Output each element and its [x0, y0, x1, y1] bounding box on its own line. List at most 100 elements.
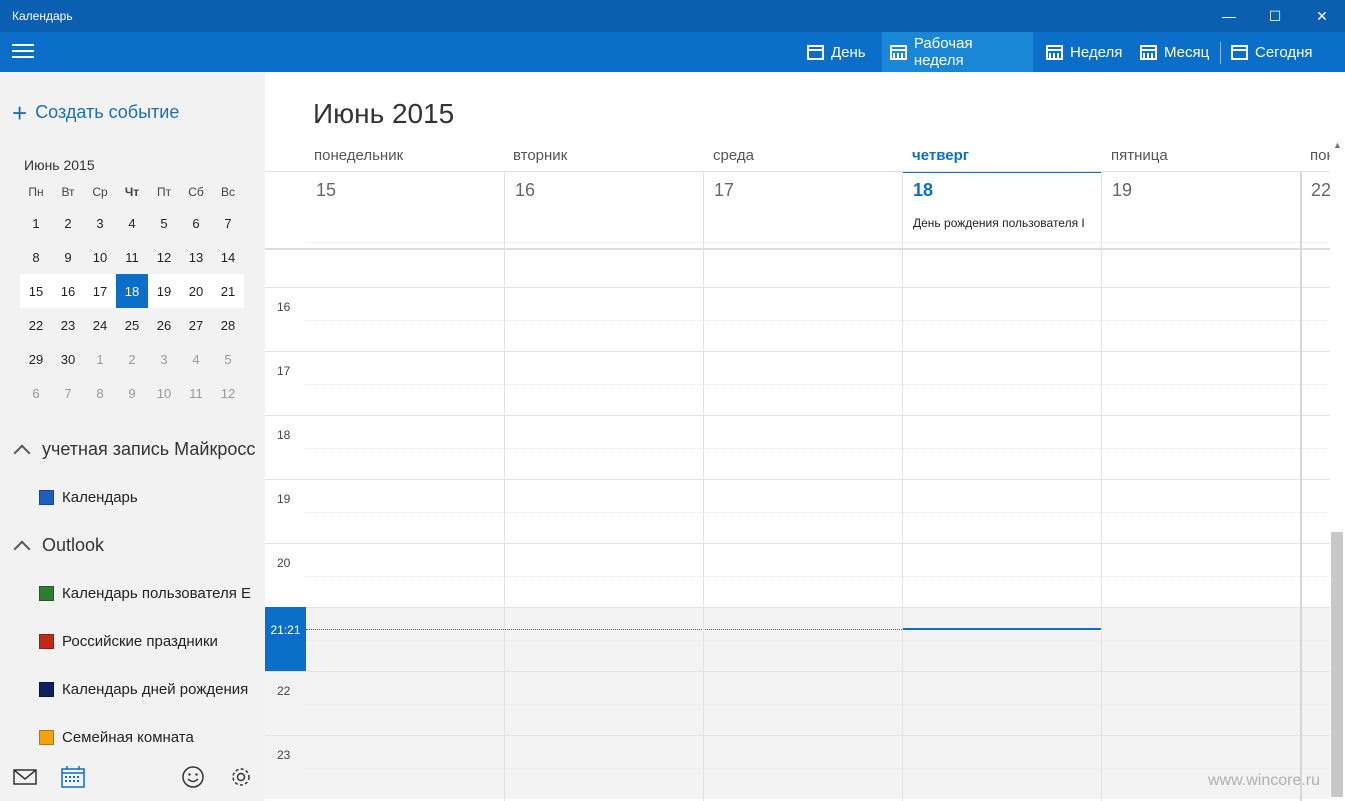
mini-calendar-day[interactable]: 4 [116, 206, 148, 240]
day-number: 17 [714, 180, 735, 200]
mini-calendar-day[interactable]: 2 [116, 342, 148, 376]
plus-icon: + [12, 97, 28, 128]
hour-row: 22 [265, 671, 1330, 735]
mini-calendar-day[interactable]: 2 [52, 206, 84, 240]
today-button[interactable]: Сегодня [1223, 32, 1321, 72]
current-time-badge: 21:21 [265, 607, 306, 671]
mini-calendar-day[interactable]: 16 [52, 274, 84, 308]
mini-calendar-day[interactable]: 3 [148, 342, 180, 376]
day-header[interactable]: пятница [1111, 147, 1168, 173]
mini-calendar-day[interactable]: 3 [84, 206, 116, 240]
mini-calendar-day[interactable]: 9 [52, 240, 84, 274]
calendar-list-item[interactable]: Календарь пользователя Е [39, 585, 251, 602]
current-time-line-today [902, 628, 1102, 630]
mini-calendar-day[interactable]: 5 [212, 342, 244, 376]
mini-calendar-day[interactable]: 17 [84, 274, 116, 308]
month-title: Июнь 2015 [313, 98, 455, 129]
mini-calendar-today[interactable]: 18 [116, 274, 148, 308]
mini-calendar-day[interactable]: 1 [84, 342, 116, 376]
day-column-divider [703, 172, 704, 249]
day-column-divider [504, 250, 505, 801]
half-hour-line [306, 384, 1330, 385]
mini-calendar-day[interactable]: 14 [212, 240, 244, 274]
mini-calendar-day[interactable]: 12 [212, 376, 244, 410]
hour-label: 18 [277, 428, 291, 442]
new-event-label: Создать событие [35, 102, 180, 122]
maximize-button[interactable]: ☐ [1252, 0, 1298, 32]
mini-calendar-day[interactable]: 10 [84, 240, 116, 274]
view-workweek-button[interactable]: Рабочая неделя [882, 32, 1033, 72]
hour-label: 23 [277, 748, 291, 762]
mini-calendar-day[interactable]: 10 [148, 376, 180, 410]
mini-calendar-day[interactable]: 6 [20, 376, 52, 410]
day-column-divider [703, 250, 704, 801]
mini-calendar-day[interactable]: 8 [20, 240, 52, 274]
today-label: Сегодня [1255, 43, 1313, 61]
mini-calendar-day[interactable]: 25 [116, 308, 148, 342]
mini-calendar-day[interactable]: 12 [148, 240, 180, 274]
calendar-list-item[interactable]: Семейная комната [39, 729, 194, 746]
mini-calendar-day[interactable]: 13 [180, 240, 212, 274]
mini-calendar-week: 22 23 24 25 26 27 28 [20, 308, 244, 342]
view-day-button[interactable]: День [799, 32, 874, 72]
day-header[interactable]: вторник [513, 147, 567, 173]
mini-calendar-day[interactable]: 26 [148, 308, 180, 342]
calendar-list-item[interactable]: Календарь [39, 489, 138, 506]
calendar-name: Российские праздники [62, 633, 218, 650]
account-group-header[interactable]: учетная запись Майкросс [12, 439, 255, 461]
mini-calendar-day[interactable]: 4 [180, 342, 212, 376]
settings-gear-icon[interactable] [229, 766, 253, 788]
view-week-button[interactable]: Неделя [1038, 32, 1130, 72]
mini-calendar-title[interactable]: Июнь 2015 [24, 157, 95, 173]
view-workweek-label: Рабочая неделя [913, 35, 973, 69]
mini-calendar-day[interactable]: 7 [52, 376, 84, 410]
mini-calendar-day[interactable]: 1 [20, 206, 52, 240]
mail-icon[interactable] [13, 766, 37, 788]
mini-calendar-day[interactable]: 8 [84, 376, 116, 410]
mini-calendar-day[interactable]: 28 [212, 308, 244, 342]
mini-calendar-day[interactable]: 29 [20, 342, 52, 376]
calendar-list-item[interactable]: Российские праздники [39, 633, 218, 650]
mini-calendar-day[interactable]: 22 [20, 308, 52, 342]
hamburger-menu-icon[interactable] [12, 44, 34, 60]
minimize-button[interactable]: — [1206, 0, 1252, 32]
hour-label: 17 [277, 364, 291, 378]
mini-calendar-day[interactable]: 6 [180, 206, 212, 240]
mini-calendar-day[interactable]: 19 [148, 274, 180, 308]
time-grid[interactable]: 16 17 18 19 20 22 23 21:21 [265, 242, 1330, 801]
account-group-header[interactable]: Outlook [12, 535, 104, 557]
day-header[interactable]: понедельник [314, 147, 403, 173]
mini-calendar-day[interactable]: 30 [52, 342, 84, 376]
scroll-up-arrow-icon[interactable]: ▲ [1333, 140, 1342, 150]
view-month-button[interactable]: Месяц [1132, 32, 1217, 72]
day-header[interactable]: среда [713, 147, 754, 173]
view-toolbar: День Рабочая неделя Неделя Месяц Сегодня [0, 32, 1345, 72]
mini-calendar-day[interactable]: 23 [52, 308, 84, 342]
day-header-today[interactable]: четверг [902, 147, 1101, 173]
mini-calendar-day[interactable]: 11 [180, 376, 212, 410]
mini-calendar-day[interactable]: 21 [212, 274, 244, 308]
view-week-label: Неделя [1070, 43, 1123, 61]
title-bar: Календарь — ☐ ✕ [0, 0, 1345, 32]
mini-calendar-day[interactable]: 24 [84, 308, 116, 342]
mini-calendar-day[interactable]: 15 [20, 274, 52, 308]
half-hour-line [306, 320, 1330, 321]
new-event-button[interactable]: + Создать событие [12, 97, 180, 128]
mini-calendar-day[interactable]: 9 [116, 376, 148, 410]
mini-calendar-day[interactable]: 11 [116, 240, 148, 274]
close-button[interactable]: ✕ [1299, 0, 1345, 32]
window-title: Календарь [12, 9, 73, 23]
mini-calendar-day[interactable]: 27 [180, 308, 212, 342]
mini-calendar-day[interactable]: 7 [212, 206, 244, 240]
mini-calendar-day[interactable]: 20 [180, 274, 212, 308]
calendar-icon[interactable] [61, 766, 85, 788]
calendar-list-item[interactable]: Календарь дней рождения [39, 681, 248, 698]
hour-row: 19 [265, 479, 1330, 543]
calendar-workweek-icon [890, 44, 907, 60]
feedback-smiley-icon[interactable] [181, 766, 205, 788]
scrollbar-thumb[interactable] [1331, 532, 1343, 797]
mini-calendar-day[interactable]: 5 [148, 206, 180, 240]
half-hour-line [306, 242, 1330, 243]
calendar-month-icon [1140, 44, 1157, 60]
weekday-label: Чт [124, 185, 140, 199]
